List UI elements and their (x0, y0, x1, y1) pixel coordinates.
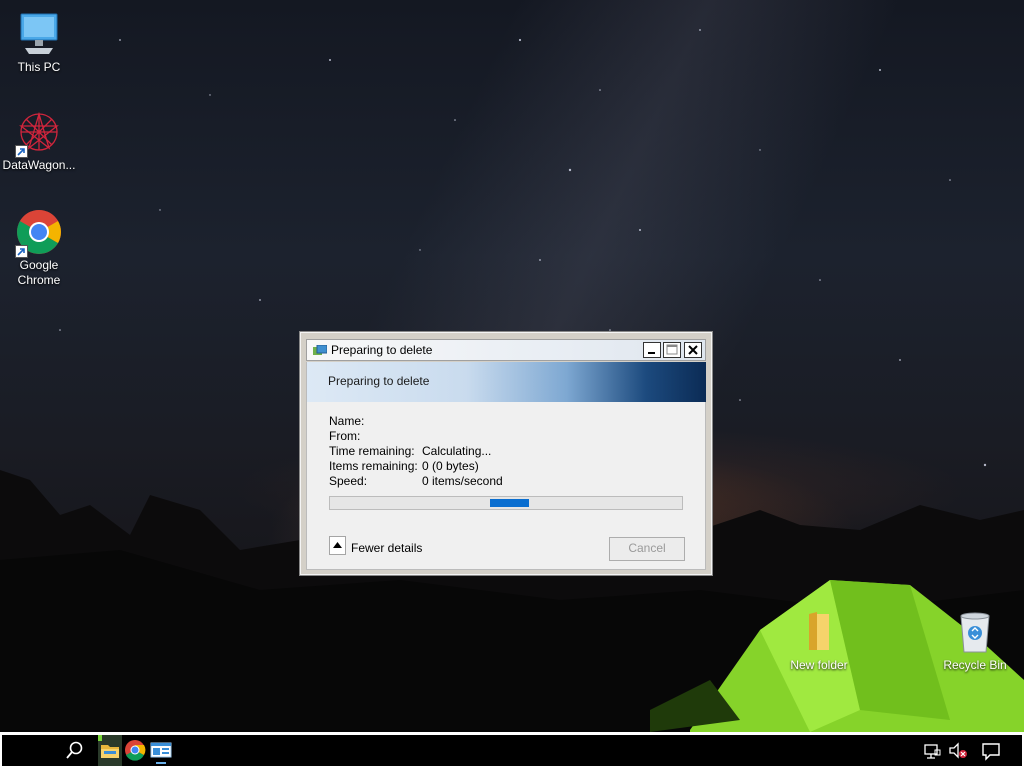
dialog-window-title: Preparing to delete (331, 343, 433, 357)
taskbar (0, 732, 1024, 768)
speed-label: Speed: (329, 474, 368, 488)
fewer-details-label: Fewer details (351, 541, 423, 555)
dialog-title-bar[interactable]: Preparing to delete (306, 339, 706, 361)
speed-value: 0 items/second (422, 474, 503, 488)
desktop-icon-label: DataWagon... (2, 158, 76, 172)
file-explorer-icon[interactable] (98, 735, 122, 766)
desktop-icon-label: Recycle Bin (943, 658, 1007, 672)
delete-progress-dialog: Preparing to delete Preparing to delete … (299, 331, 713, 576)
chrome-icon[interactable] (123, 735, 147, 766)
fewer-details-toggle[interactable]: Fewer details (329, 536, 469, 556)
datawagon-icon (15, 108, 63, 158)
banner-heading: Preparing to delete (328, 374, 430, 388)
shortcut-arrow-icon (15, 145, 28, 158)
minimize-button[interactable] (643, 342, 661, 358)
desktop-icon-this-pc[interactable]: This PC (0, 10, 78, 75)
network-icon[interactable] (920, 735, 944, 766)
chrome-icon (15, 208, 63, 258)
desktop-icon-google-chrome[interactable]: Google Chrome (0, 208, 78, 288)
maximize-button[interactable] (663, 342, 681, 358)
cancel-button[interactable]: Cancel (609, 537, 685, 561)
progress-bar (329, 496, 683, 510)
desktop-icon-label: This PC (17, 60, 61, 74)
close-button[interactable] (684, 342, 702, 358)
time-remaining-label: Time remaining: (329, 444, 415, 458)
desktop-icon-label-line2: Chrome (17, 273, 61, 287)
recycle-bin-icon (951, 608, 999, 656)
desktop-icon-datawagon[interactable]: DataWagon... (0, 108, 78, 173)
time-remaining-value: Calculating... (422, 444, 492, 458)
collapse-arrow-button[interactable] (329, 536, 346, 555)
from-label: From: (329, 429, 361, 443)
name-label: Name: (329, 414, 365, 428)
shortcut-arrow-icon (15, 245, 28, 258)
items-remaining-value: 0 (0 bytes) (422, 459, 479, 473)
action-center-icon[interactable] (978, 735, 1006, 766)
computer-icon (15, 10, 63, 58)
desktop-icon-label-line1: Google (19, 258, 59, 272)
volume-muted-icon[interactable] (946, 735, 970, 766)
folder-icon (795, 608, 843, 656)
dialog-body: Preparing to delete Name: From: Time rem… (306, 362, 706, 570)
search-icon[interactable] (60, 735, 88, 766)
desktop-icon-recycle-bin[interactable]: Recycle Bin (936, 608, 1014, 673)
dialog-banner: Preparing to delete (307, 362, 706, 402)
start-button[interactable] (12, 735, 52, 766)
desktop-icon-new-folder[interactable]: New folder (780, 608, 858, 673)
items-remaining-label: Items remaining: (329, 459, 418, 473)
app-window-icon[interactable] (148, 735, 174, 766)
taskbar-surface (2, 735, 1022, 766)
copy-dialog-icon (313, 345, 327, 355)
progress-marquee (490, 499, 529, 507)
desktop-icon-label: New folder (790, 658, 848, 672)
